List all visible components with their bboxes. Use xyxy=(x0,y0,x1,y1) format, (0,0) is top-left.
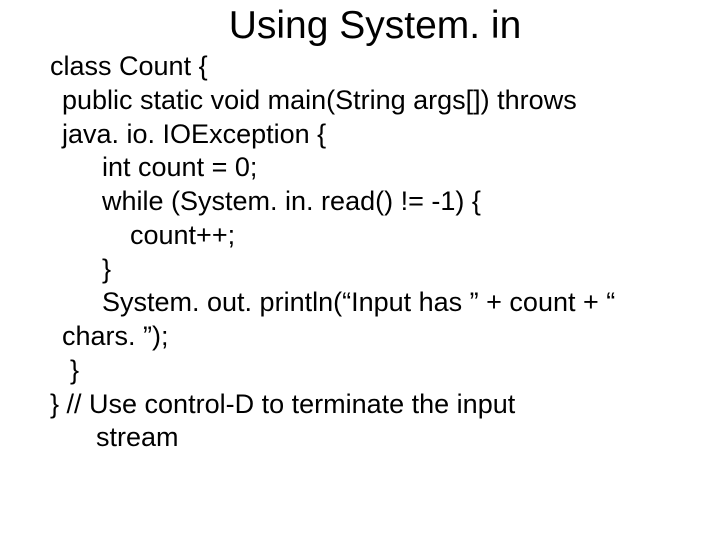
code-line: class Count { xyxy=(50,50,712,84)
code-block: class Count { public static void main(St… xyxy=(0,50,720,455)
code-line: java. io. IOException { xyxy=(62,118,712,152)
code-line: } // Use control-D to terminate the inpu… xyxy=(50,388,712,422)
slide-title: Using System. in xyxy=(0,4,720,48)
slide: Using System. in class Count { public st… xyxy=(0,0,720,455)
code-line: stream xyxy=(96,421,712,455)
code-line: count++; xyxy=(130,219,712,253)
code-line: } xyxy=(102,253,712,287)
code-line: chars. ”); xyxy=(62,320,712,354)
code-line: System. out. println(“Input has ” + coun… xyxy=(102,286,712,320)
code-line: while (System. in. read() != -1) { xyxy=(102,185,712,219)
code-line: public static void main(String args[]) t… xyxy=(62,84,712,118)
code-line: } xyxy=(70,354,712,388)
code-line: int count = 0; xyxy=(102,151,712,185)
